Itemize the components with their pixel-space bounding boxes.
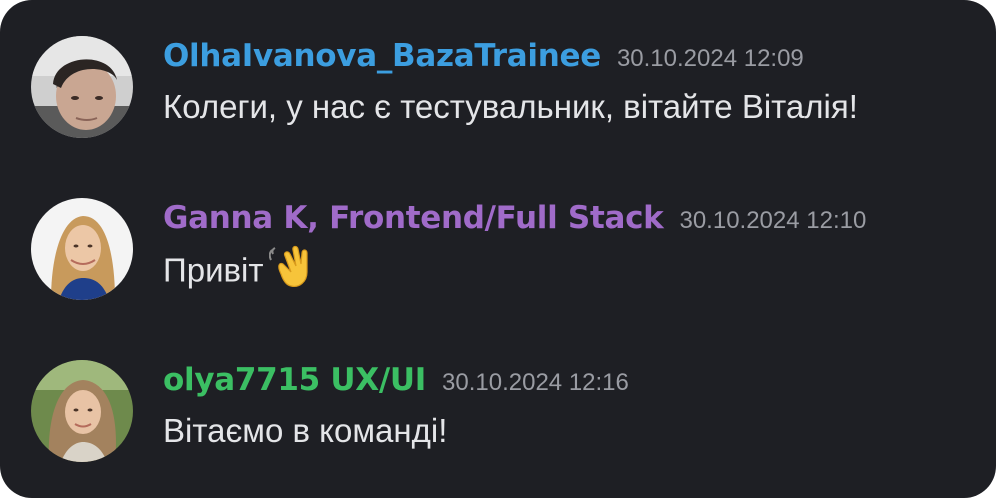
message-header: olya7715 UX/UI 30.10.2024 12:16 [163,362,629,402]
avatar-photo [31,360,133,462]
message-text-content: Привіт [163,251,264,289]
timestamp: 30.10.2024 12:16 [442,369,629,396]
chat-message: Ganna K, Frontend/Full Stack 30.10.2024 1… [0,198,996,338]
timestamp: 30.10.2024 12:10 [679,207,867,234]
avatar-photo [31,36,133,138]
avatar-photo [31,198,133,300]
chat-message: OlhaIvanova_BazaTrainee 30.10.2024 12:09 … [0,36,996,176]
username[interactable]: olya7715 UX/UI [163,362,426,398]
chat-panel: OlhaIvanova_BazaTrainee 30.10.2024 12:09 … [0,0,996,498]
avatar[interactable] [31,198,133,300]
message-text: Привіт [163,245,315,296]
message-header: OlhaIvanova_BazaTrainee 30.10.2024 12:09 [163,38,804,78]
avatar[interactable] [31,36,133,138]
message-text: Колеги, у нас є тестувальник, вітайте Ві… [163,88,858,125]
username[interactable]: OlhaIvanova_BazaTrainee [163,38,601,74]
avatar[interactable] [31,360,133,462]
username[interactable]: Ganna K, Frontend/Full Stack [163,200,664,236]
waving-hand-icon [269,244,315,296]
timestamp: 30.10.2024 12:09 [616,45,804,72]
message-text: Вітаємо в команді! [163,412,448,449]
chat-message: olya7715 UX/UI 30.10.2024 12:16 Вітаємо в… [0,360,996,498]
message-header: Ganna K, Frontend/Full Stack 30.10.2024 1… [163,200,866,240]
